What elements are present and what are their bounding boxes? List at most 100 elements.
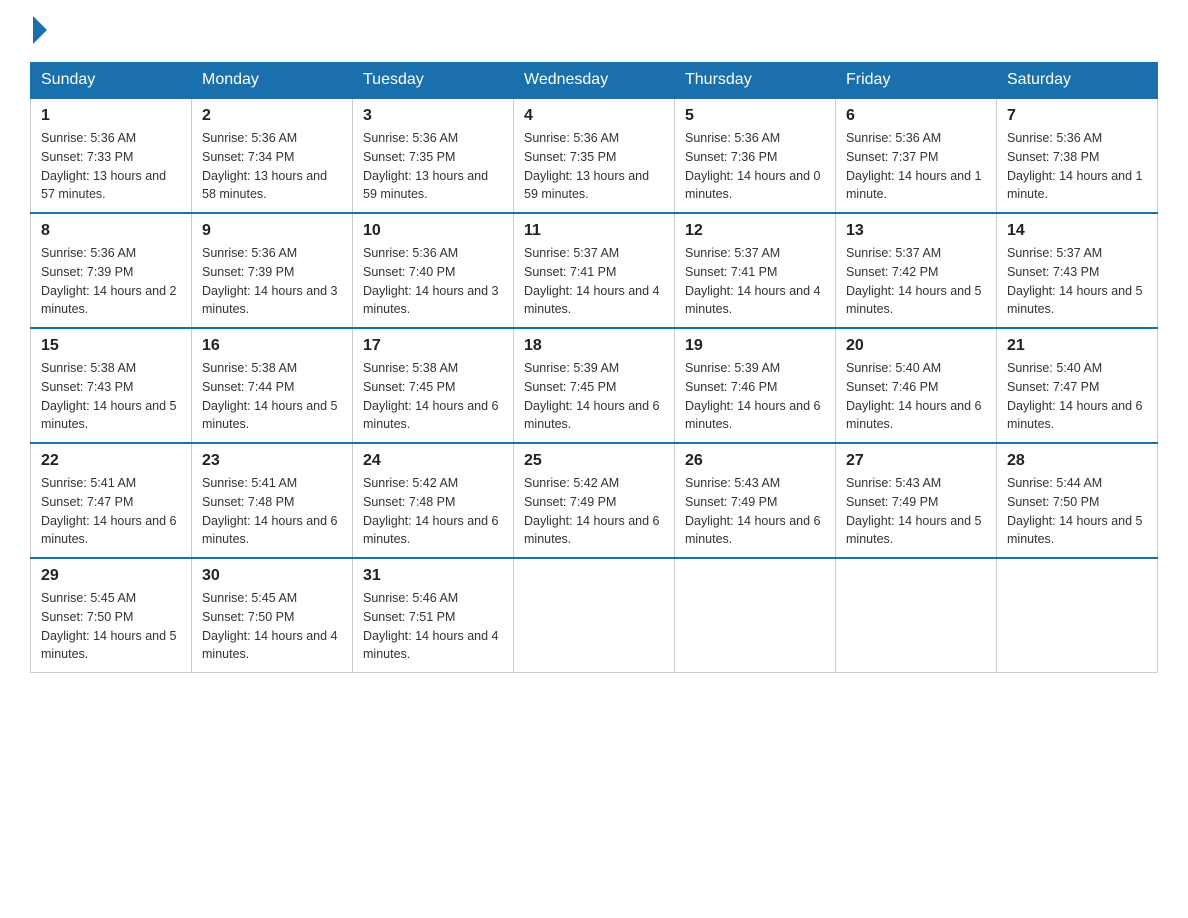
day-info: Sunrise: 5:38 AMSunset: 7:44 PMDaylight:… (202, 359, 342, 434)
day-info: Sunrise: 5:38 AMSunset: 7:45 PMDaylight:… (363, 359, 503, 434)
day-info: Sunrise: 5:42 AMSunset: 7:48 PMDaylight:… (363, 474, 503, 549)
day-info: Sunrise: 5:45 AMSunset: 7:50 PMDaylight:… (202, 589, 342, 664)
day-info: Sunrise: 5:39 AMSunset: 7:45 PMDaylight:… (524, 359, 664, 434)
calendar-day-cell: 24 Sunrise: 5:42 AMSunset: 7:48 PMDayligh… (353, 443, 514, 558)
calendar-day-cell: 26 Sunrise: 5:43 AMSunset: 7:49 PMDayligh… (675, 443, 836, 558)
day-number: 15 (41, 337, 181, 355)
day-number: 13 (846, 222, 986, 240)
calendar-day-cell: 29 Sunrise: 5:45 AMSunset: 7:50 PMDayligh… (31, 558, 192, 673)
calendar-week-row: 8 Sunrise: 5:36 AMSunset: 7:39 PMDaylight… (31, 213, 1158, 328)
day-info: Sunrise: 5:36 AMSunset: 7:35 PMDaylight:… (524, 129, 664, 204)
day-number: 18 (524, 337, 664, 355)
day-number: 22 (41, 452, 181, 470)
day-info: Sunrise: 5:36 AMSunset: 7:39 PMDaylight:… (202, 244, 342, 319)
calendar-week-row: 1 Sunrise: 5:36 AMSunset: 7:33 PMDaylight… (31, 98, 1158, 213)
day-number: 20 (846, 337, 986, 355)
day-info: Sunrise: 5:39 AMSunset: 7:46 PMDaylight:… (685, 359, 825, 434)
calendar-day-cell: 17 Sunrise: 5:38 AMSunset: 7:45 PMDayligh… (353, 328, 514, 443)
day-info: Sunrise: 5:38 AMSunset: 7:43 PMDaylight:… (41, 359, 181, 434)
day-info: Sunrise: 5:36 AMSunset: 7:37 PMDaylight:… (846, 129, 986, 204)
day-number: 23 (202, 452, 342, 470)
day-number: 11 (524, 222, 664, 240)
day-info: Sunrise: 5:43 AMSunset: 7:49 PMDaylight:… (685, 474, 825, 549)
day-number: 3 (363, 107, 503, 125)
weekday-header-friday: Friday (836, 63, 997, 99)
day-number: 16 (202, 337, 342, 355)
day-number: 1 (41, 107, 181, 125)
day-number: 7 (1007, 107, 1147, 125)
calendar-day-cell: 25 Sunrise: 5:42 AMSunset: 7:49 PMDayligh… (514, 443, 675, 558)
calendar-week-row: 29 Sunrise: 5:45 AMSunset: 7:50 PMDayligh… (31, 558, 1158, 673)
page-header (30, 20, 1158, 42)
day-info: Sunrise: 5:45 AMSunset: 7:50 PMDaylight:… (41, 589, 181, 664)
day-number: 6 (846, 107, 986, 125)
calendar-day-cell: 5 Sunrise: 5:36 AMSunset: 7:36 PMDaylight… (675, 98, 836, 213)
day-number: 5 (685, 107, 825, 125)
calendar-day-cell: 3 Sunrise: 5:36 AMSunset: 7:35 PMDaylight… (353, 98, 514, 213)
calendar-day-cell: 23 Sunrise: 5:41 AMSunset: 7:48 PMDayligh… (192, 443, 353, 558)
calendar-day-cell (675, 558, 836, 673)
day-info: Sunrise: 5:41 AMSunset: 7:47 PMDaylight:… (41, 474, 181, 549)
weekday-header-thursday: Thursday (675, 63, 836, 99)
calendar-day-cell: 15 Sunrise: 5:38 AMSunset: 7:43 PMDayligh… (31, 328, 192, 443)
calendar-day-cell: 2Sunrise: 5:36 AMSunset: 7:34 PMDaylight… (192, 98, 353, 213)
calendar-day-cell: 9 Sunrise: 5:36 AMSunset: 7:39 PMDaylight… (192, 213, 353, 328)
calendar-day-cell: 28Sunrise: 5:44 AMSunset: 7:50 PMDayligh… (997, 443, 1158, 558)
day-number: 19 (685, 337, 825, 355)
day-number: 25 (524, 452, 664, 470)
calendar-day-cell: 14Sunrise: 5:37 AMSunset: 7:43 PMDayligh… (997, 213, 1158, 328)
calendar-day-cell: 10Sunrise: 5:36 AMSunset: 7:40 PMDayligh… (353, 213, 514, 328)
calendar-day-cell: 1 Sunrise: 5:36 AMSunset: 7:33 PMDaylight… (31, 98, 192, 213)
day-number: 4 (524, 107, 664, 125)
day-number: 31 (363, 567, 503, 585)
calendar-day-cell: 6 Sunrise: 5:36 AMSunset: 7:37 PMDaylight… (836, 98, 997, 213)
day-info: Sunrise: 5:44 AMSunset: 7:50 PMDaylight:… (1007, 474, 1147, 549)
day-number: 30 (202, 567, 342, 585)
weekday-header-tuesday: Tuesday (353, 63, 514, 99)
day-number: 29 (41, 567, 181, 585)
calendar-day-cell: 4 Sunrise: 5:36 AMSunset: 7:35 PMDaylight… (514, 98, 675, 213)
calendar-day-cell: 20 Sunrise: 5:40 AMSunset: 7:46 PMDayligh… (836, 328, 997, 443)
day-info: Sunrise: 5:37 AMSunset: 7:43 PMDaylight:… (1007, 244, 1147, 319)
day-number: 21 (1007, 337, 1147, 355)
day-number: 12 (685, 222, 825, 240)
calendar-day-cell: 16 Sunrise: 5:38 AMSunset: 7:44 PMDayligh… (192, 328, 353, 443)
day-number: 8 (41, 222, 181, 240)
calendar-day-cell (514, 558, 675, 673)
day-number: 9 (202, 222, 342, 240)
day-info: Sunrise: 5:40 AMSunset: 7:47 PMDaylight:… (1007, 359, 1147, 434)
day-number: 24 (363, 452, 503, 470)
calendar-day-cell: 19 Sunrise: 5:39 AMSunset: 7:46 PMDayligh… (675, 328, 836, 443)
calendar-day-cell (836, 558, 997, 673)
day-info: Sunrise: 5:36 AMSunset: 7:33 PMDaylight:… (41, 129, 181, 204)
day-info: Sunrise: 5:36 AMSunset: 7:35 PMDaylight:… (363, 129, 503, 204)
calendar-day-cell: 21 Sunrise: 5:40 AMSunset: 7:47 PMDayligh… (997, 328, 1158, 443)
day-info: Sunrise: 5:36 AMSunset: 7:36 PMDaylight:… (685, 129, 825, 204)
logo (30, 20, 47, 42)
calendar-day-cell: 11Sunrise: 5:37 AMSunset: 7:41 PMDayligh… (514, 213, 675, 328)
day-number: 27 (846, 452, 986, 470)
day-info: Sunrise: 5:37 AMSunset: 7:42 PMDaylight:… (846, 244, 986, 319)
calendar-day-cell: 18 Sunrise: 5:39 AMSunset: 7:45 PMDayligh… (514, 328, 675, 443)
day-info: Sunrise: 5:46 AMSunset: 7:51 PMDaylight:… (363, 589, 503, 664)
day-info: Sunrise: 5:37 AMSunset: 7:41 PMDaylight:… (685, 244, 825, 319)
calendar-day-cell: 8 Sunrise: 5:36 AMSunset: 7:39 PMDaylight… (31, 213, 192, 328)
day-info: Sunrise: 5:40 AMSunset: 7:46 PMDaylight:… (846, 359, 986, 434)
calendar-day-cell: 22 Sunrise: 5:41 AMSunset: 7:47 PMDayligh… (31, 443, 192, 558)
calendar-day-cell: 12 Sunrise: 5:37 AMSunset: 7:41 PMDayligh… (675, 213, 836, 328)
day-info: Sunrise: 5:41 AMSunset: 7:48 PMDaylight:… (202, 474, 342, 549)
day-info: Sunrise: 5:43 AMSunset: 7:49 PMDaylight:… (846, 474, 986, 549)
calendar-header: SundayMondayTuesdayWednesdayThursdayFrid… (31, 63, 1158, 99)
calendar-week-row: 15 Sunrise: 5:38 AMSunset: 7:43 PMDayligh… (31, 328, 1158, 443)
calendar-week-row: 22 Sunrise: 5:41 AMSunset: 7:47 PMDayligh… (31, 443, 1158, 558)
day-info: Sunrise: 5:42 AMSunset: 7:49 PMDaylight:… (524, 474, 664, 549)
day-number: 26 (685, 452, 825, 470)
calendar-day-cell: 27 Sunrise: 5:43 AMSunset: 7:49 PMDayligh… (836, 443, 997, 558)
weekday-header-wednesday: Wednesday (514, 63, 675, 99)
day-info: Sunrise: 5:36 AMSunset: 7:39 PMDaylight:… (41, 244, 181, 319)
weekday-header-monday: Monday (192, 63, 353, 99)
calendar-body: 1 Sunrise: 5:36 AMSunset: 7:33 PMDaylight… (31, 98, 1158, 673)
logo-triangle-icon (33, 16, 47, 44)
day-number: 17 (363, 337, 503, 355)
calendar-table: SundayMondayTuesdayWednesdayThursdayFrid… (30, 62, 1158, 673)
